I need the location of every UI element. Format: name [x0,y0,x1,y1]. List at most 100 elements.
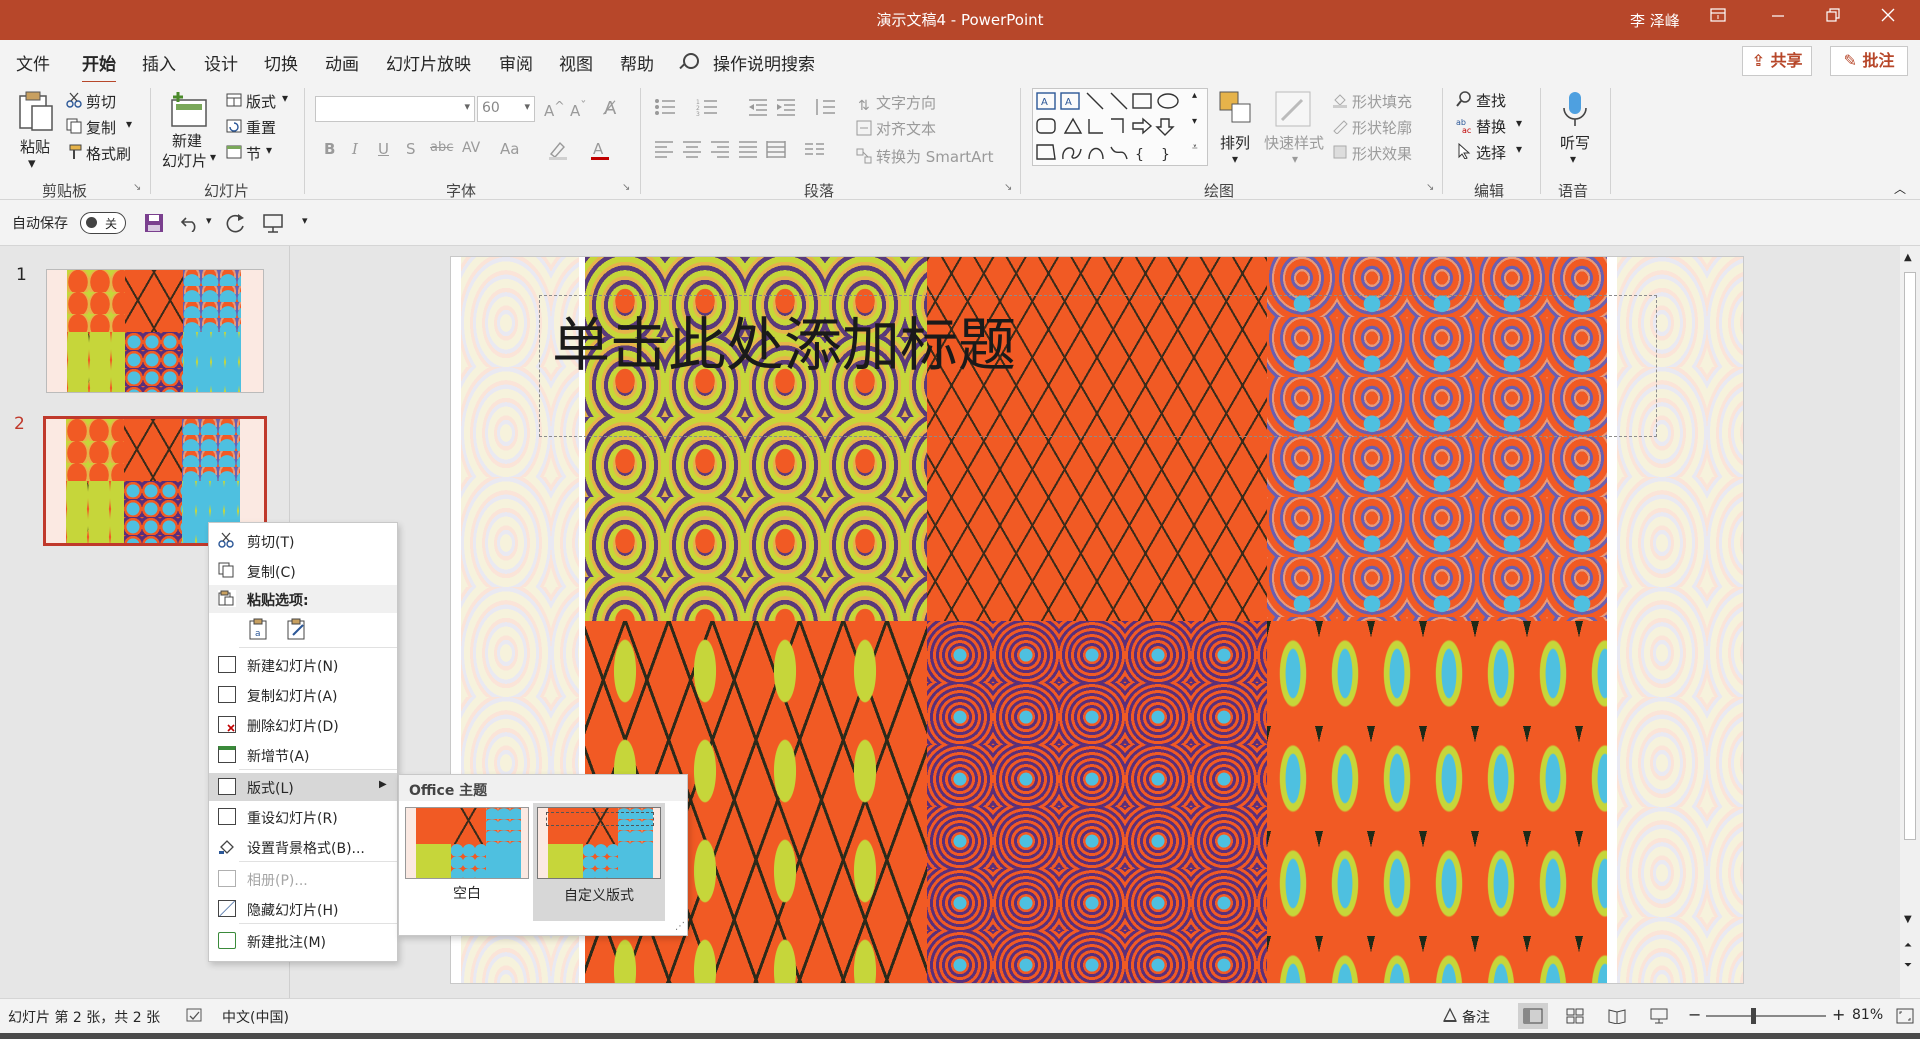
shape-effects-button[interactable]: 形状效果 [1352,143,1412,164]
new-slide-label[interactable]: 新建 [172,130,202,151]
arrange-button[interactable]: 排列 [1220,132,1250,153]
previous-slide-icon[interactable]: ⏶ [1904,940,1912,951]
slideshow-view-icon[interactable] [1650,1008,1668,1028]
tab-slideshow[interactable]: 幻灯片放映 [386,50,471,75]
menu-item-cut[interactable]: 剪切(T) [209,527,397,555]
fit-to-window-icon[interactable] [1896,1008,1914,1028]
new-slide-icon[interactable] [170,90,208,132]
align-right-icon[interactable] [710,140,730,162]
select-button[interactable]: 选择 [1476,142,1506,163]
bullets-icon[interactable] [654,98,676,120]
menu-item-copy[interactable]: 复制(C) [209,557,397,585]
notes-icon[interactable] [1442,1007,1458,1027]
font-name-combo[interactable]: ▾ [315,96,475,122]
title-placeholder[interactable]: 单击此处添加标题 [539,295,1657,437]
select-cursor-icon[interactable] [1456,142,1472,163]
reset-icon[interactable] [226,118,242,138]
arrange-dropdown-icon[interactable]: ▾ [1232,152,1238,166]
reading-view-icon[interactable] [1608,1008,1626,1028]
section-dropdown-icon[interactable]: ▾ [266,143,272,157]
zoom-slider[interactable] [1706,1008,1826,1024]
undo-dropdown-icon[interactable]: ▾ [206,214,212,227]
language-status[interactable]: 中文(中国) [222,1007,289,1027]
shape-outline-button[interactable]: 形状轮廓 [1352,117,1412,138]
restore-icon[interactable] [1818,8,1848,32]
ribbon-display-options-icon[interactable] [1703,8,1733,32]
decrease-indent-icon[interactable] [748,98,768,120]
section-icon[interactable] [226,144,242,164]
font-launcher-icon[interactable]: ↘ [622,182,630,193]
vertical-scrollbar[interactable]: ▲ ▼ ⏶ ⏷ [1900,246,1920,998]
reset-button[interactable]: 重置 [246,117,276,138]
layout-icon[interactable] [226,92,242,112]
menu-item-delete-slide[interactable]: 删除幻灯片(D) [209,711,397,739]
copy-button[interactable]: 复制 [86,117,116,138]
section-button[interactable]: 节 [246,143,261,164]
copy-dropdown-icon[interactable]: ▾ [126,117,132,131]
start-from-beginning-icon[interactable] [262,212,284,238]
align-text-button[interactable]: 对齐文本 [876,118,936,139]
find-icon[interactable] [1456,91,1472,111]
undo-icon[interactable] [180,212,202,236]
align-left-icon[interactable] [654,140,674,162]
autosave-toggle[interactable]: 关 [80,212,126,234]
close-icon[interactable] [1873,8,1903,32]
align-center-icon[interactable] [682,140,702,162]
select-dropdown-icon[interactable]: ▾ [1516,142,1522,156]
smartart-icon[interactable] [856,148,872,168]
tab-insert[interactable]: 插入 [142,50,176,75]
increase-indent-icon[interactable] [776,98,796,120]
shrink-font-icon[interactable]: Aˇ [570,98,587,120]
bold-button[interactable]: B [324,140,335,158]
menu-item-new-comment[interactable]: 新建批注(M) [209,927,397,955]
grow-font-icon[interactable]: A^ [544,98,565,120]
clipboard-launcher-icon[interactable]: ↘ [133,182,141,193]
microphone-icon[interactable] [1560,90,1590,134]
spell-check-icon[interactable] [186,1008,204,1028]
zoom-slider-thumb[interactable] [1751,1008,1757,1024]
layout-dropdown-icon[interactable]: ▾ [282,91,288,105]
save-icon[interactable] [144,213,164,237]
zoom-out-icon[interactable]: − [1688,1005,1701,1024]
strikethrough-button[interactable]: abc [430,140,453,155]
paragraph-launcher-icon[interactable]: ↘ [1004,182,1012,193]
replace-icon[interactable]: ab ac [1456,117,1472,137]
search-icon[interactable] [683,53,699,69]
line-spacing-icon[interactable] [814,98,836,120]
clear-formatting-icon[interactable]: A̸ [604,98,616,119]
tab-view[interactable]: 视图 [559,50,593,75]
find-button[interactable]: 查找 [1476,90,1506,111]
highlight-icon[interactable] [548,140,570,164]
tell-me-search[interactable]: 操作说明搜索 [713,50,815,75]
tab-home[interactable]: 开始 [82,50,116,84]
redo-icon[interactable] [224,212,246,238]
slide-sorter-view-icon[interactable] [1566,1008,1584,1028]
tab-file[interactable]: 文件 [16,50,50,75]
menu-item-add-section[interactable]: 新增节(A) [209,741,397,769]
paste-picture-icon[interactable] [285,617,311,643]
collapse-ribbon-icon[interactable]: ︿ [1894,180,1906,197]
dictate-button[interactable]: 听写 [1560,132,1590,153]
menu-item-duplicate-slide[interactable]: 复制幻灯片(A) [209,681,397,709]
distributed-icon[interactable] [766,140,786,162]
replace-button[interactable]: 替换 [1476,116,1506,137]
copy-icon[interactable] [66,118,82,138]
change-case-button[interactable]: Aa [500,140,519,158]
quick-styles-icon[interactable] [1274,90,1312,132]
shapes-gallery[interactable]: A A { } [1032,88,1208,166]
menu-item-reset-slide[interactable]: 重设幻灯片(R) [209,803,397,831]
shape-effects-icon[interactable] [1332,144,1348,164]
character-spacing-button[interactable]: AV [462,140,480,156]
new-slide-label-2[interactable]: 幻灯片 [162,150,207,171]
resize-grip-icon[interactable]: ⋰ [675,921,685,932]
normal-view-button[interactable] [1518,1003,1548,1029]
notes-button[interactable]: 备注 [1462,1007,1490,1027]
slide-thumbnail-1[interactable] [46,269,264,393]
menu-item-layout[interactable]: 版式(L) ▶ [209,773,397,801]
menu-item-format-background[interactable]: 设置背景格式(B)... [209,833,397,861]
zoom-level[interactable]: 81% [1852,1007,1883,1023]
quick-styles-button[interactable]: 快速样式 [1264,132,1324,153]
gallery-scroll-up-icon[interactable]: ▴ [1192,90,1197,101]
justify-icon[interactable] [738,140,758,162]
tab-design[interactable]: 设计 [204,50,238,75]
